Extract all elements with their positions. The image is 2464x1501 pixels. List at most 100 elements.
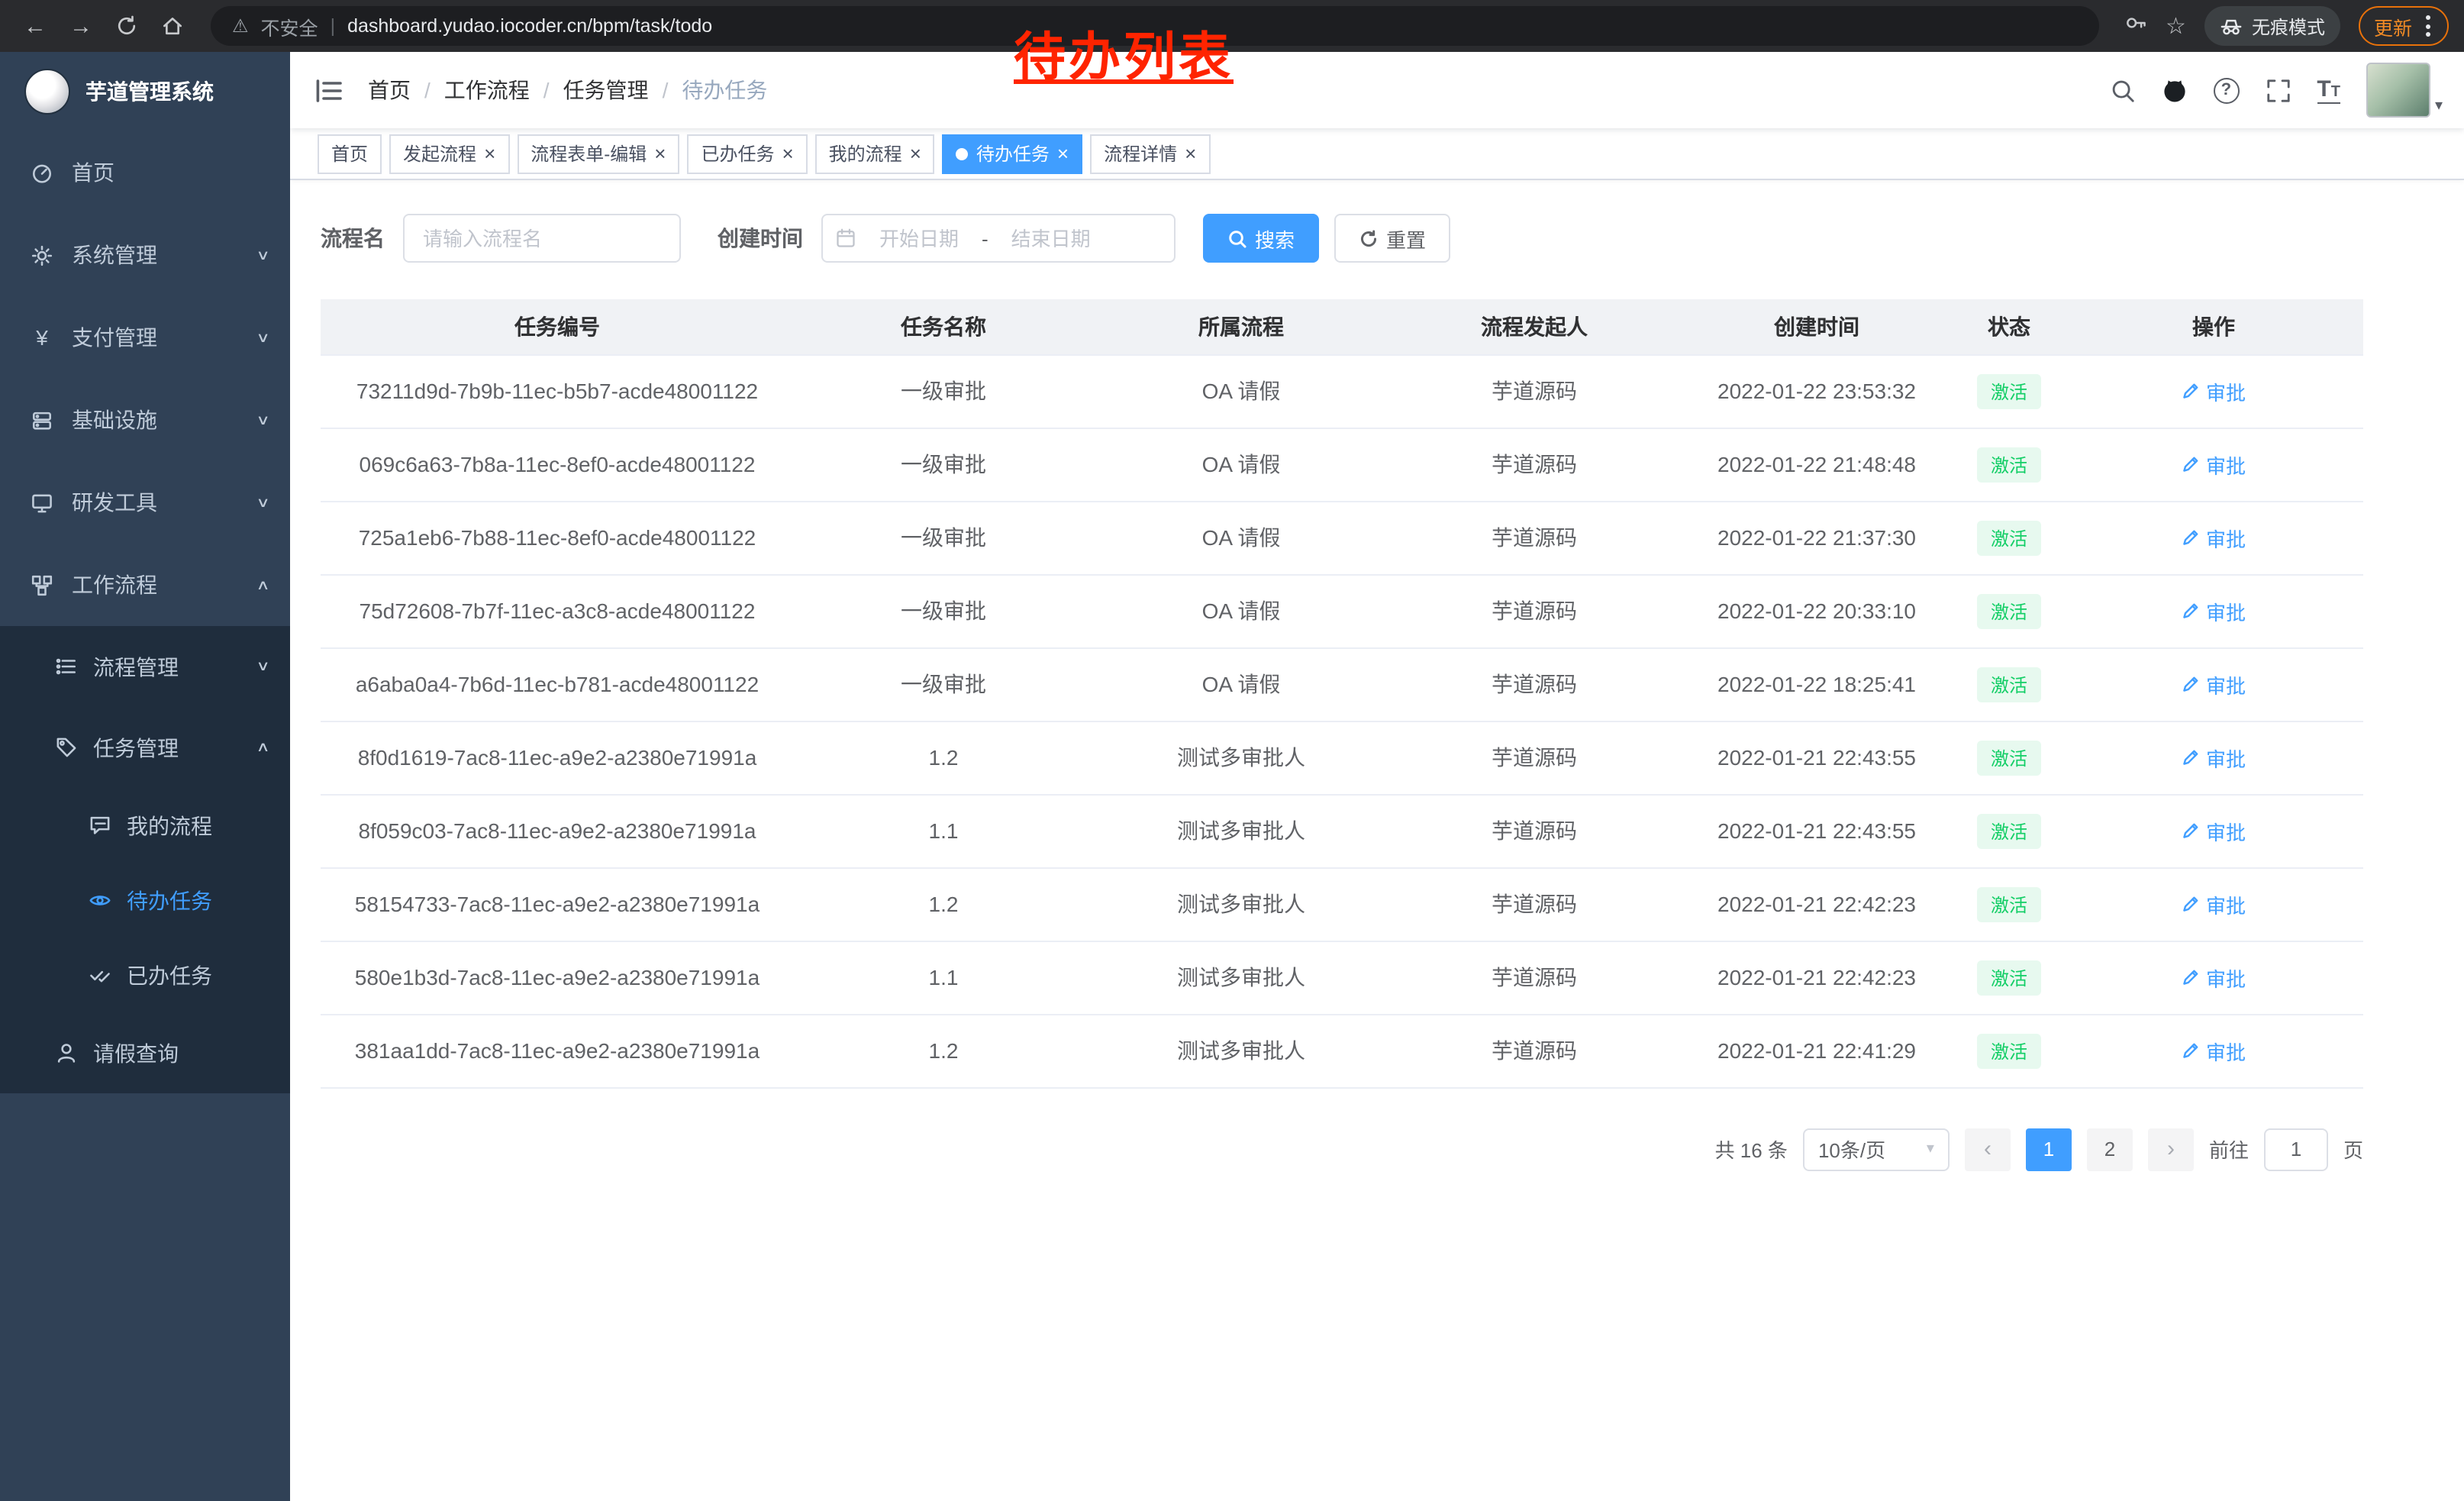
sidebar-item-my-processes[interactable]: 我的流程 xyxy=(0,788,290,863)
status-badge: 激活 xyxy=(1977,886,2041,922)
tab-form-edit[interactable]: 流程表单-编辑 × xyxy=(517,134,679,173)
approve-link[interactable]: 审批 xyxy=(2182,596,2246,625)
sidebar-item-workflow[interactable]: 工作流程 ∧ xyxy=(0,544,290,626)
task-id-cell: 8f059c03-7ac8-11ec-a9e2-a2380e71991a xyxy=(321,794,794,867)
breadcrumb-item[interactable]: 工作流程 xyxy=(444,75,530,105)
help-icon[interactable]: ? xyxy=(2213,77,2239,103)
reset-button[interactable]: 重置 xyxy=(1334,214,1450,263)
tab-my-processes[interactable]: 我的流程 × xyxy=(815,134,935,173)
breadcrumb-item[interactable]: 首页 xyxy=(368,75,411,105)
end-date-input[interactable] xyxy=(995,227,1108,250)
fullscreen-icon[interactable] xyxy=(2265,77,2291,103)
search-icon[interactable] xyxy=(2109,77,2135,103)
chevron-down-icon: ∨ xyxy=(256,329,270,346)
person-icon xyxy=(55,1041,78,1064)
sidebar-item-system[interactable]: 系统管理 ∨ xyxy=(0,214,290,296)
approve-link[interactable]: 审批 xyxy=(2182,523,2246,552)
tab-start-process[interactable]: 发起流程 × xyxy=(389,134,509,173)
approve-link[interactable]: 审批 xyxy=(2182,743,2246,772)
table-row: 58154733-7ac8-11ec-a9e2-a2380e71991a 1.2… xyxy=(321,867,2363,941)
tab-process-detail[interactable]: 流程详情 × xyxy=(1090,134,1210,173)
task-name-cell: 一级审批 xyxy=(794,428,1093,501)
sidebar-collapse-icon[interactable] xyxy=(290,76,368,105)
approve-link[interactable]: 审批 xyxy=(2182,889,2246,918)
tab-done-tasks[interactable]: 已办任务 × xyxy=(687,134,807,173)
page-button-1[interactable]: 1 xyxy=(2026,1128,2072,1170)
forward-icon[interactable]: → xyxy=(61,6,101,46)
sidebar-item-label: 研发工具 xyxy=(72,487,240,518)
close-icon[interactable]: × xyxy=(1057,144,1069,163)
eye-icon xyxy=(89,889,111,912)
approve-link[interactable]: 审批 xyxy=(2182,963,2246,992)
github-icon[interactable] xyxy=(2161,77,2187,103)
status-badge: 激活 xyxy=(1977,813,2041,848)
page-button-2[interactable]: 2 xyxy=(2087,1128,2133,1170)
breadcrumb: 首页 / 工作流程 / 任务管理 / 待办任务 xyxy=(368,75,767,105)
approve-link[interactable]: 审批 xyxy=(2182,376,2246,405)
approve-link[interactable]: 审批 xyxy=(2182,670,2246,699)
task-name-cell: 1.2 xyxy=(794,1014,1093,1087)
sidebar-item-task-mgmt[interactable]: 任务管理 ∧ xyxy=(0,707,290,788)
close-icon[interactable]: × xyxy=(654,144,666,163)
home-icon[interactable] xyxy=(153,6,192,46)
user-avatar[interactable] xyxy=(2366,63,2430,118)
sidebar-item-leave-query[interactable]: 请假查询 xyxy=(0,1012,290,1093)
initiator-cell: 芋道源码 xyxy=(1389,574,1679,647)
sidebar-item-infrastructure[interactable]: 基础设施 ∨ xyxy=(0,379,290,461)
close-icon[interactable]: × xyxy=(782,144,793,163)
page-size-select[interactable]: 10条/页 ▾ xyxy=(1803,1128,1950,1170)
sidebar-item-todo-tasks[interactable]: 待办任务 xyxy=(0,863,290,938)
sidebar-item-process-mgmt[interactable]: 流程管理 ∨ xyxy=(0,626,290,707)
task-id-cell: 58154733-7ac8-11ec-a9e2-a2380e71991a xyxy=(321,867,794,941)
sidebar-item-home[interactable]: 首页 xyxy=(0,131,290,214)
col-task-id: 任务编号 xyxy=(321,299,794,354)
browser-window: ← → ⚠ 不安全 | dashboard.yudao.iocoder.cn/b… xyxy=(0,0,2464,1501)
approve-link[interactable]: 审批 xyxy=(2182,1036,2246,1065)
task-name-cell: 一级审批 xyxy=(794,574,1093,647)
task-name-cell: 1.1 xyxy=(794,941,1093,1014)
goto-page-input[interactable] xyxy=(2264,1128,2328,1170)
tab-todo-tasks-active[interactable]: 待办任务 × xyxy=(943,134,1082,173)
bookmark-star-icon[interactable]: ☆ xyxy=(2166,12,2186,40)
task-id-cell: 75d72608-7b7f-11ec-a3c8-acde48001122 xyxy=(321,574,794,647)
process-name-input[interactable] xyxy=(403,214,681,263)
prev-page-button[interactable]: ‹ xyxy=(1965,1128,2011,1170)
close-icon[interactable]: × xyxy=(484,144,495,163)
close-icon[interactable]: × xyxy=(1185,144,1196,163)
reload-icon[interactable] xyxy=(107,6,147,46)
approve-link[interactable]: 审批 xyxy=(2182,816,2246,845)
tab-home[interactable]: 首页 xyxy=(318,134,382,173)
breadcrumb-separator: / xyxy=(424,78,431,102)
status-cell: 激活 xyxy=(1954,867,2064,941)
back-icon[interactable]: ← xyxy=(15,6,55,46)
breadcrumb-item[interactable]: 任务管理 xyxy=(563,75,649,105)
app-title: 芋道管理系统 xyxy=(85,76,214,107)
browser-menu-icon[interactable] xyxy=(2423,12,2433,40)
col-created: 创建时间 xyxy=(1679,299,1954,354)
search-button[interactable]: 搜索 xyxy=(1203,214,1319,263)
close-icon[interactable]: × xyxy=(910,144,921,163)
created-cell: 2022-01-22 21:48:48 xyxy=(1679,428,1954,501)
task-id-cell: 8f0d1619-7ac8-11ec-a9e2-a2380e71991a xyxy=(321,721,794,794)
font-size-icon[interactable]: TT xyxy=(2317,77,2340,103)
sidebar-item-done-tasks[interactable]: 已办任务 xyxy=(0,938,290,1012)
edit-icon xyxy=(2182,455,2200,473)
app-logo-row[interactable]: 芋道管理系统 xyxy=(0,52,290,131)
approve-link[interactable]: 审批 xyxy=(2182,450,2246,479)
sidebar-item-devtools[interactable]: 研发工具 ∨ xyxy=(0,461,290,544)
user-menu[interactable]: ▾ xyxy=(2366,63,2443,118)
sidebar-item-payment[interactable]: ¥ 支付管理 ∨ xyxy=(0,296,290,379)
start-date-input[interactable] xyxy=(863,227,976,250)
process-cell: 测试多审批人 xyxy=(1093,794,1389,867)
key-icon[interactable] xyxy=(2123,10,2147,42)
app-logo xyxy=(24,69,70,115)
action-cell: 审批 xyxy=(2064,354,2363,428)
calendar-icon xyxy=(835,228,856,249)
sidebar-item-label: 支付管理 xyxy=(72,322,240,353)
edit-icon xyxy=(2182,968,2200,986)
next-page-button[interactable]: › xyxy=(2148,1128,2194,1170)
update-button[interactable]: 更新 xyxy=(2359,6,2449,46)
date-range-picker[interactable]: - xyxy=(821,214,1176,263)
table-row: 725a1eb6-7b88-11ec-8ef0-acde48001122 一级审… xyxy=(321,501,2363,574)
status-cell: 激活 xyxy=(1954,941,2064,1014)
